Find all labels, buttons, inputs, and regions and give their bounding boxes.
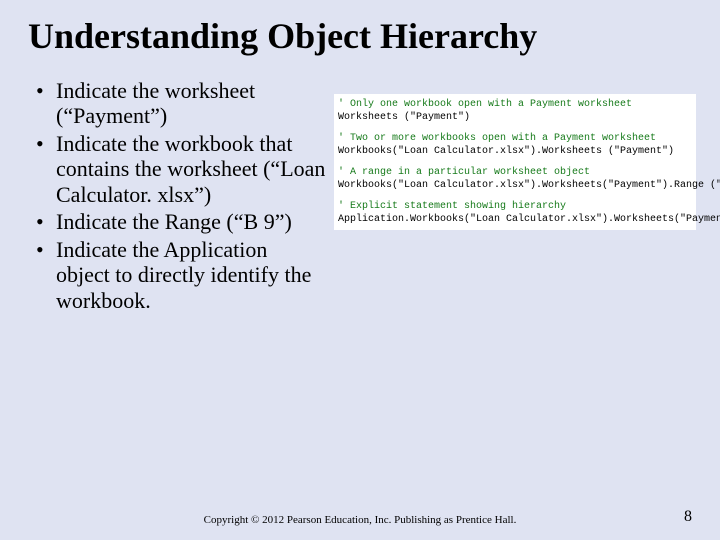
code-line: Workbooks("Loan Calculator.xlsx").Worksh… [338,179,692,192]
code-block: ' Explicit statement showing hierarchy A… [338,200,692,226]
code-comment: ' Explicit statement showing hierarchy [338,200,692,213]
code-comment: ' Two or more workbooks open with a Paym… [338,132,692,145]
code-line: Worksheets ("Payment") [338,111,692,124]
code-example-box: ' Only one workbook open with a Payment … [334,94,696,230]
code-block: ' Only one workbook open with a Payment … [338,98,692,124]
code-comment: ' A range in a particular worksheet obje… [338,166,692,179]
bullet-item: Indicate the Range (“B 9”) [36,209,326,235]
copyright-footer: Copyright © 2012 Pearson Education, Inc.… [0,514,720,526]
slide: Understanding Object Hierarchy Indicate … [0,0,720,540]
content-row: Indicate the worksheet (“Payment”) Indic… [0,60,720,316]
slide-title: Understanding Object Hierarchy [0,0,720,60]
code-block: ' Two or more workbooks open with a Paym… [338,132,692,158]
code-block: ' A range in a particular worksheet obje… [338,166,692,192]
code-line: Application.Workbooks("Loan Calculator.x… [338,213,692,226]
bullet-item: Indicate the worksheet (“Payment”) [36,78,326,129]
code-line: Workbooks("Loan Calculator.xlsx").Worksh… [338,145,692,158]
bullet-list: Indicate the worksheet (“Payment”) Indic… [36,78,326,316]
page-number: 8 [684,508,692,526]
code-comment: ' Only one workbook open with a Payment … [338,98,692,111]
bullet-item: Indicate the workbook that contains the … [36,131,326,208]
bullet-item: Indicate the Application object to direc… [36,237,326,314]
